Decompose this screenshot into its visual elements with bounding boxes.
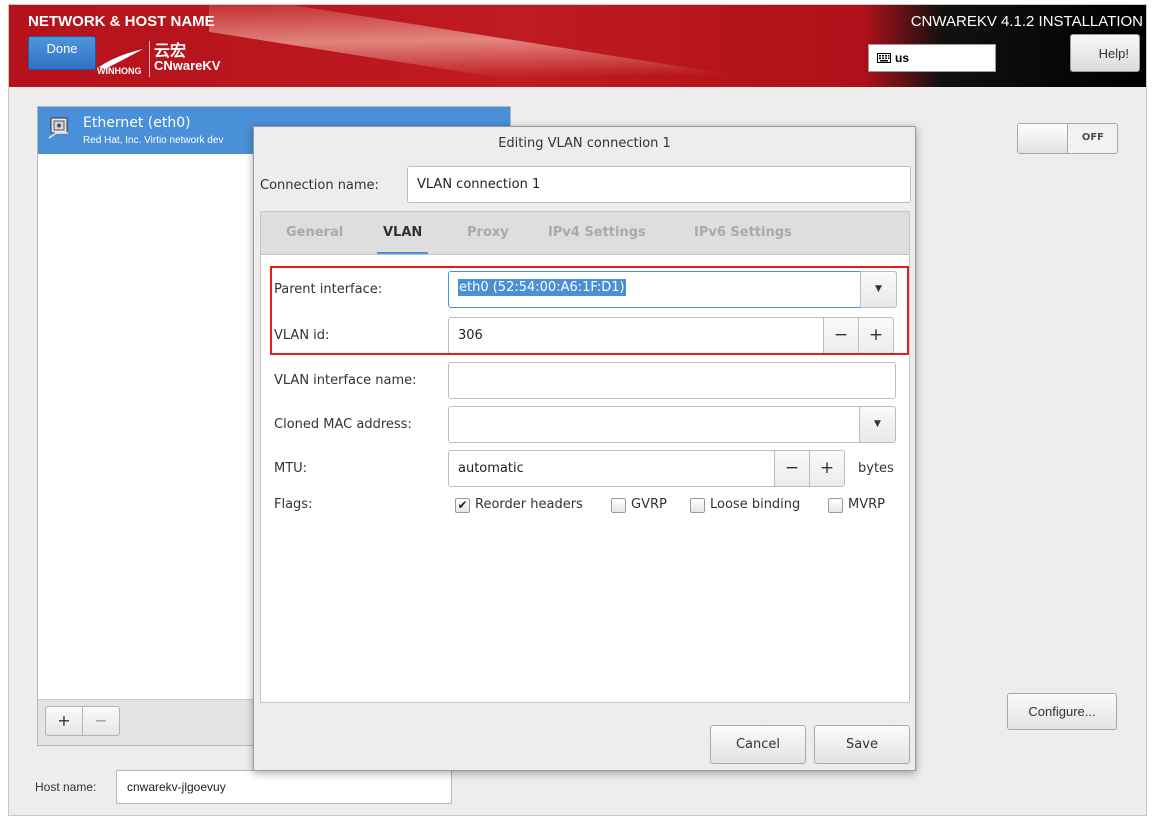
reorder-headers-checkbox[interactable]: ✔: [455, 498, 470, 513]
connection-name-label: Connection name:: [260, 178, 379, 193]
toggle-knob: [1018, 124, 1068, 153]
flags-label: Flags:: [274, 497, 313, 512]
chevron-down-icon: ▼: [875, 284, 882, 294]
mtu-unit-label: bytes: [858, 461, 894, 476]
header-bar: NETWORK & HOST NAME Done WINHONG 云宏 CNwa…: [9, 5, 1146, 87]
cloned-mac-address-label: Cloned MAC address:: [274, 417, 412, 432]
keyboard-icon: [877, 53, 891, 63]
loose-binding-label: Loose binding: [710, 497, 801, 512]
save-button[interactable]: Save: [814, 725, 910, 764]
parent-interface-value: eth0 (52:54:00:A6:1F:D1): [458, 279, 626, 296]
tab-general[interactable]: General: [286, 225, 343, 240]
reorder-headers-label: Reorder headers: [475, 497, 583, 512]
logo-english-text: CNwareKV: [154, 58, 221, 73]
configure-button[interactable]: Configure...: [1007, 693, 1117, 730]
vlan-id-label: VLAN id:: [274, 328, 330, 343]
network-wired-icon: [48, 117, 68, 139]
cancel-button[interactable]: Cancel: [710, 725, 806, 764]
remove-device-button[interactable]: −: [82, 706, 120, 736]
tab-ipv4-settings[interactable]: IPv4 Settings: [548, 225, 646, 240]
done-button[interactable]: Done: [28, 36, 96, 70]
installer-screen: NETWORK & HOST NAME Done WINHONG 云宏 CNwa…: [8, 4, 1147, 816]
mvrp-label: MVRP: [848, 497, 885, 512]
header-swoosh-decoration: [209, 5, 729, 87]
vlan-id-input[interactable]: 306: [448, 317, 824, 354]
tab-vlan[interactable]: VLAN: [376, 225, 429, 255]
logo-divider: [149, 41, 150, 77]
brand-logo: WINHONG 云宏 CNwareKV: [97, 37, 257, 79]
device-name: Ethernet (eth0): [83, 115, 191, 131]
checkmark-icon: ✔: [457, 498, 468, 512]
keyboard-layout-indicator[interactable]: us: [868, 44, 996, 72]
edit-vlan-dialog: Editing VLAN connection 1 Connection nam…: [253, 126, 916, 771]
vlan-id-decrement-button[interactable]: −: [823, 317, 859, 354]
add-device-button[interactable]: +: [45, 706, 83, 736]
vlan-interface-name-label: VLAN interface name:: [274, 373, 417, 388]
logo-subtitle: WINHONG: [97, 66, 142, 76]
dialog-title: Editing VLAN connection 1: [498, 136, 671, 151]
vlan-id-increment-button[interactable]: +: [858, 317, 894, 354]
vlan-settings-panel: Parent interface: eth0 (52:54:00:A6:1F:D…: [260, 254, 910, 703]
help-button[interactable]: Help!: [1070, 34, 1140, 72]
mtu-increment-button[interactable]: +: [809, 450, 845, 487]
tab-ipv6-settings[interactable]: IPv6 Settings: [694, 225, 792, 240]
vlan-interface-name-input[interactable]: [448, 362, 896, 399]
host-name-label: Host name:: [35, 780, 97, 794]
parent-interface-select[interactable]: eth0 (52:54:00:A6:1F:D1): [448, 271, 861, 308]
mtu-label: MTU:: [274, 461, 308, 476]
tab-proxy[interactable]: Proxy: [467, 225, 509, 240]
settings-tabs: General VLAN Proxy IPv4 Settings IPv6 Se…: [260, 211, 910, 255]
loose-binding-checkbox[interactable]: [690, 498, 705, 513]
connection-name-input[interactable]: VLAN connection 1: [407, 166, 911, 203]
gvrp-label: GVRP: [631, 497, 667, 512]
mtu-input[interactable]: automatic: [448, 450, 775, 487]
keyboard-layout-label: us: [895, 51, 910, 65]
cloned-mac-address-input[interactable]: [448, 406, 860, 443]
host-name-input[interactable]: cnwarekv-jlgoevuy: [116, 770, 452, 804]
parent-interface-dropdown-button[interactable]: ▼: [860, 271, 897, 308]
toggle-state-label: OFF: [1081, 132, 1104, 143]
cloned-mac-dropdown-button[interactable]: ▼: [859, 406, 896, 443]
page-title: NETWORK & HOST NAME: [28, 13, 215, 30]
parent-interface-label: Parent interface:: [274, 282, 383, 297]
product-title: CNWAREKV 4.1.2 INSTALLATION: [910, 13, 1143, 30]
device-power-toggle[interactable]: OFF: [1017, 123, 1118, 154]
chevron-down-icon: ▼: [874, 419, 881, 429]
mvrp-checkbox[interactable]: [828, 498, 843, 513]
gvrp-checkbox[interactable]: [611, 498, 626, 513]
mtu-decrement-button[interactable]: −: [774, 450, 810, 487]
device-description: Red Hat, Inc. Virtio network dev: [83, 135, 224, 146]
